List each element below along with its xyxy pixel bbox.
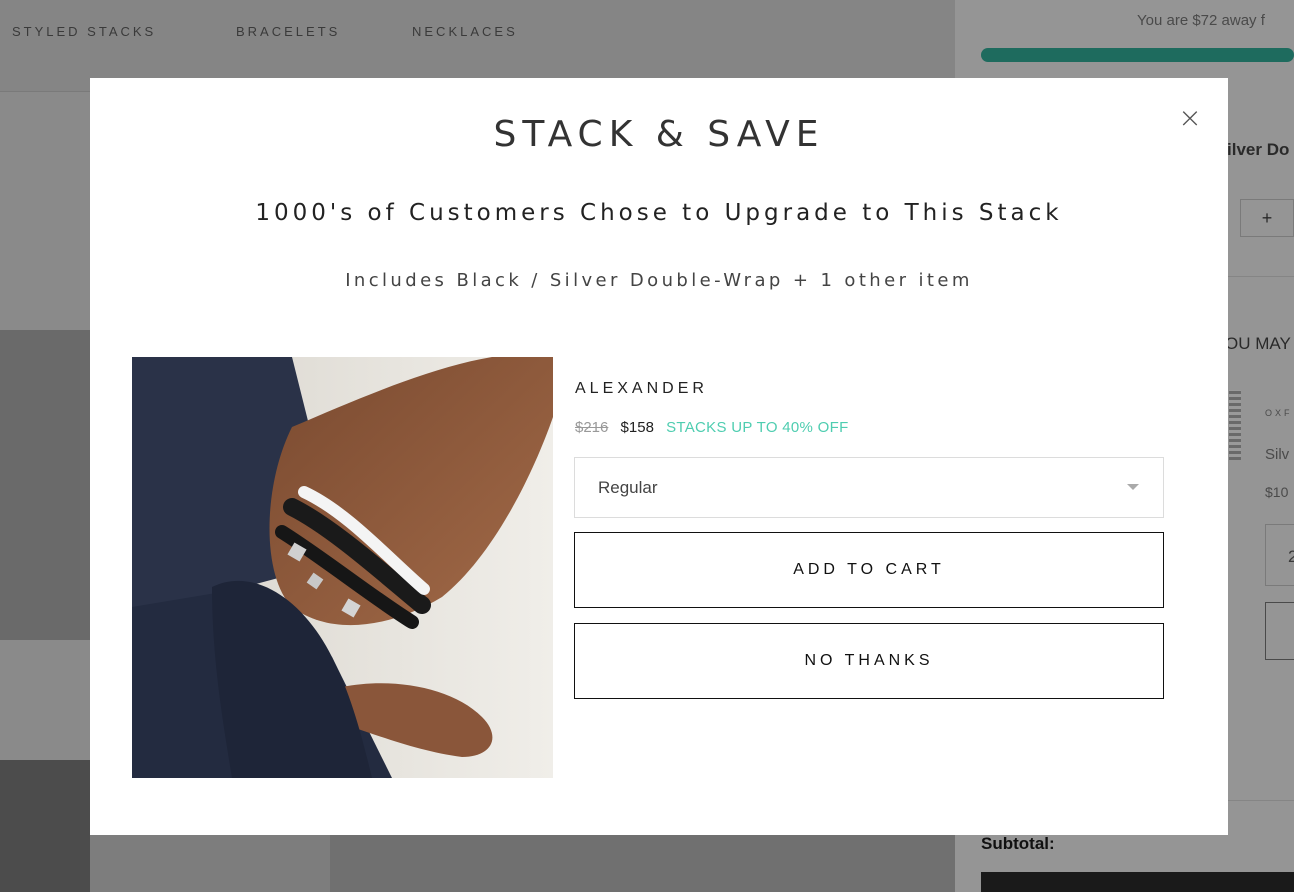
recommendation-qty[interactable]: 2: [1265, 524, 1294, 586]
subtotal-label: Subtotal:: [981, 834, 1055, 853]
promo-badge: STACKS UP TO 40% OFF: [666, 419, 849, 436]
price-row: $216 $158 STACKS UP TO 40% OFF: [575, 419, 849, 436]
shipping-progress-bar: [981, 48, 1294, 62]
grid-tile: [330, 835, 955, 892]
cart-item-name: ilver Do: [1227, 140, 1290, 159]
nav-necklaces[interactable]: NECKLACES: [412, 24, 518, 39]
stack-and-save-modal: × STACK & SAVE 1000's of Customers Chose…: [90, 78, 1228, 835]
size-select-value: Regular: [598, 478, 658, 497]
recommendation-add-button[interactable]: [1265, 602, 1294, 660]
recommendation-name: Silv: [1265, 446, 1290, 463]
bracelet-photo: [132, 357, 553, 778]
sale-price: $158: [620, 419, 654, 436]
recommendations-heading: OU MAY: [1225, 334, 1291, 353]
recommendation-thumbnail: [1229, 390, 1241, 460]
nav-styled-stacks[interactable]: STYLED STACKS: [12, 24, 156, 39]
modal-title: STACK & SAVE: [493, 114, 825, 155]
modal-includes-text: Includes Black / Silver Double-Wrap + 1 …: [345, 270, 973, 291]
product-thumbnail: [0, 330, 90, 640]
recommendation-price: $10: [1265, 484, 1289, 500]
product-thumbnail: [0, 760, 90, 892]
checkout-button[interactable]: [981, 872, 1294, 892]
modal-subtitle: 1000's of Customers Chose to Upgrade to …: [255, 200, 1063, 226]
original-price: $216: [575, 419, 609, 436]
add-to-cart-button[interactable]: ADD TO CART: [574, 532, 1164, 608]
chevron-down-icon: [1127, 484, 1139, 490]
nav-bracelets[interactable]: BRACELETS: [236, 24, 340, 39]
size-select[interactable]: Regular: [574, 457, 1164, 518]
recommendation-brand: OXF: [1265, 408, 1293, 418]
qty-plus-button[interactable]: +: [1240, 199, 1294, 237]
free-shipping-message: You are $72 away f: [1137, 12, 1265, 29]
product-image: [132, 357, 553, 778]
no-thanks-button[interactable]: NO THANKS: [574, 623, 1164, 699]
product-name: ALEXANDER: [575, 380, 708, 397]
